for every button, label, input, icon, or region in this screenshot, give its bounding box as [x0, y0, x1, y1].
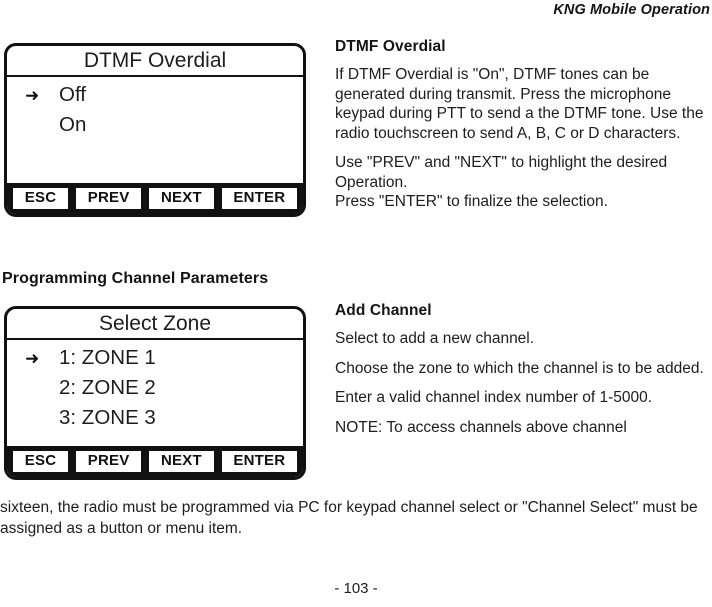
softkey-next[interactable]: NEXT [147, 449, 216, 474]
description-add-channel: Add Channel Select to add a new channel.… [335, 302, 712, 437]
menu-item-zone-1[interactable]: ➜ 1: ZONE 1 [7, 343, 303, 373]
screen-title-select-zone: Select Zone [7, 309, 303, 340]
description-dtmf-overdial: DTMF Overdial If DTMF Overdial is "On", … [335, 38, 712, 212]
menu-item-label: 1: ZONE 1 [59, 346, 156, 369]
menu-item-label: 3: ZONE 3 [59, 406, 156, 429]
softkey-next[interactable]: NEXT [147, 186, 216, 211]
screen-body-dtmf: ➜ Off On [7, 77, 303, 183]
description-heading: Add Channel [335, 302, 432, 319]
softkey-esc[interactable]: ESC [11, 449, 71, 474]
softkey-esc[interactable]: ESC [11, 186, 71, 211]
description-heading: DTMF Overdial [335, 38, 446, 55]
softkey-enter[interactable]: ENTER [219, 186, 300, 211]
menu-item-label: Off [59, 83, 86, 106]
softkey-enter[interactable]: ENTER [219, 449, 300, 474]
right-arrow-icon: ➜ [25, 85, 40, 105]
description-paragraph: Choose the zone to which the channel is … [335, 359, 704, 377]
menu-item-on[interactable]: On [7, 110, 303, 140]
menu-item-off[interactable]: ➜ Off [7, 80, 303, 110]
screen-body-select-zone: ➜ 1: ZONE 1 2: ZONE 2 3: ZONE 3 [7, 340, 303, 446]
right-arrow-icon: ➜ [25, 348, 40, 368]
radio-display-select-zone: Select Zone ➜ 1: ZONE 1 2: ZONE 2 3: ZON… [4, 306, 306, 480]
running-header-title: KNG Mobile Operation [553, 2, 710, 18]
description-paragraph-note: NOTE: To access channels above channel [335, 418, 627, 436]
softkey-bar-dtmf: ESC PREV NEXT ENTER [7, 183, 303, 214]
softkey-bar-select-zone: ESC PREV NEXT ENTER [7, 446, 303, 477]
menu-item-label: On [59, 113, 87, 136]
note-continuation-text: sixteen, the radio must be programmed vi… [0, 499, 698, 537]
menu-item-zone-2[interactable]: 2: ZONE 2 [7, 373, 303, 403]
menu-item-zone-3[interactable]: 3: ZONE 3 [7, 403, 303, 433]
description-paragraph: Enter a valid channel index number of 1-… [335, 389, 653, 406]
section-heading-programming-channel-parameters: Programming Channel Parameters [2, 270, 269, 287]
page-number-footer: - 103 - [334, 580, 378, 597]
screen-title-dtmf: DTMF Overdial [7, 46, 303, 77]
description-paragraph: If DTMF Overdial is "On", DTMF tones can… [335, 66, 704, 142]
softkey-prev[interactable]: PREV [74, 449, 144, 474]
softkey-prev[interactable]: PREV [74, 186, 144, 211]
menu-item-label: 2: ZONE 2 [59, 376, 156, 399]
radio-display-dtmf-overdial: DTMF Overdial ➜ Off On ESC PREV NEXT ENT… [4, 43, 306, 217]
description-paragraph: Use "PREV" and "NEXT" to highlight the d… [335, 154, 668, 210]
description-paragraph: Select to add a new channel. [335, 330, 535, 347]
